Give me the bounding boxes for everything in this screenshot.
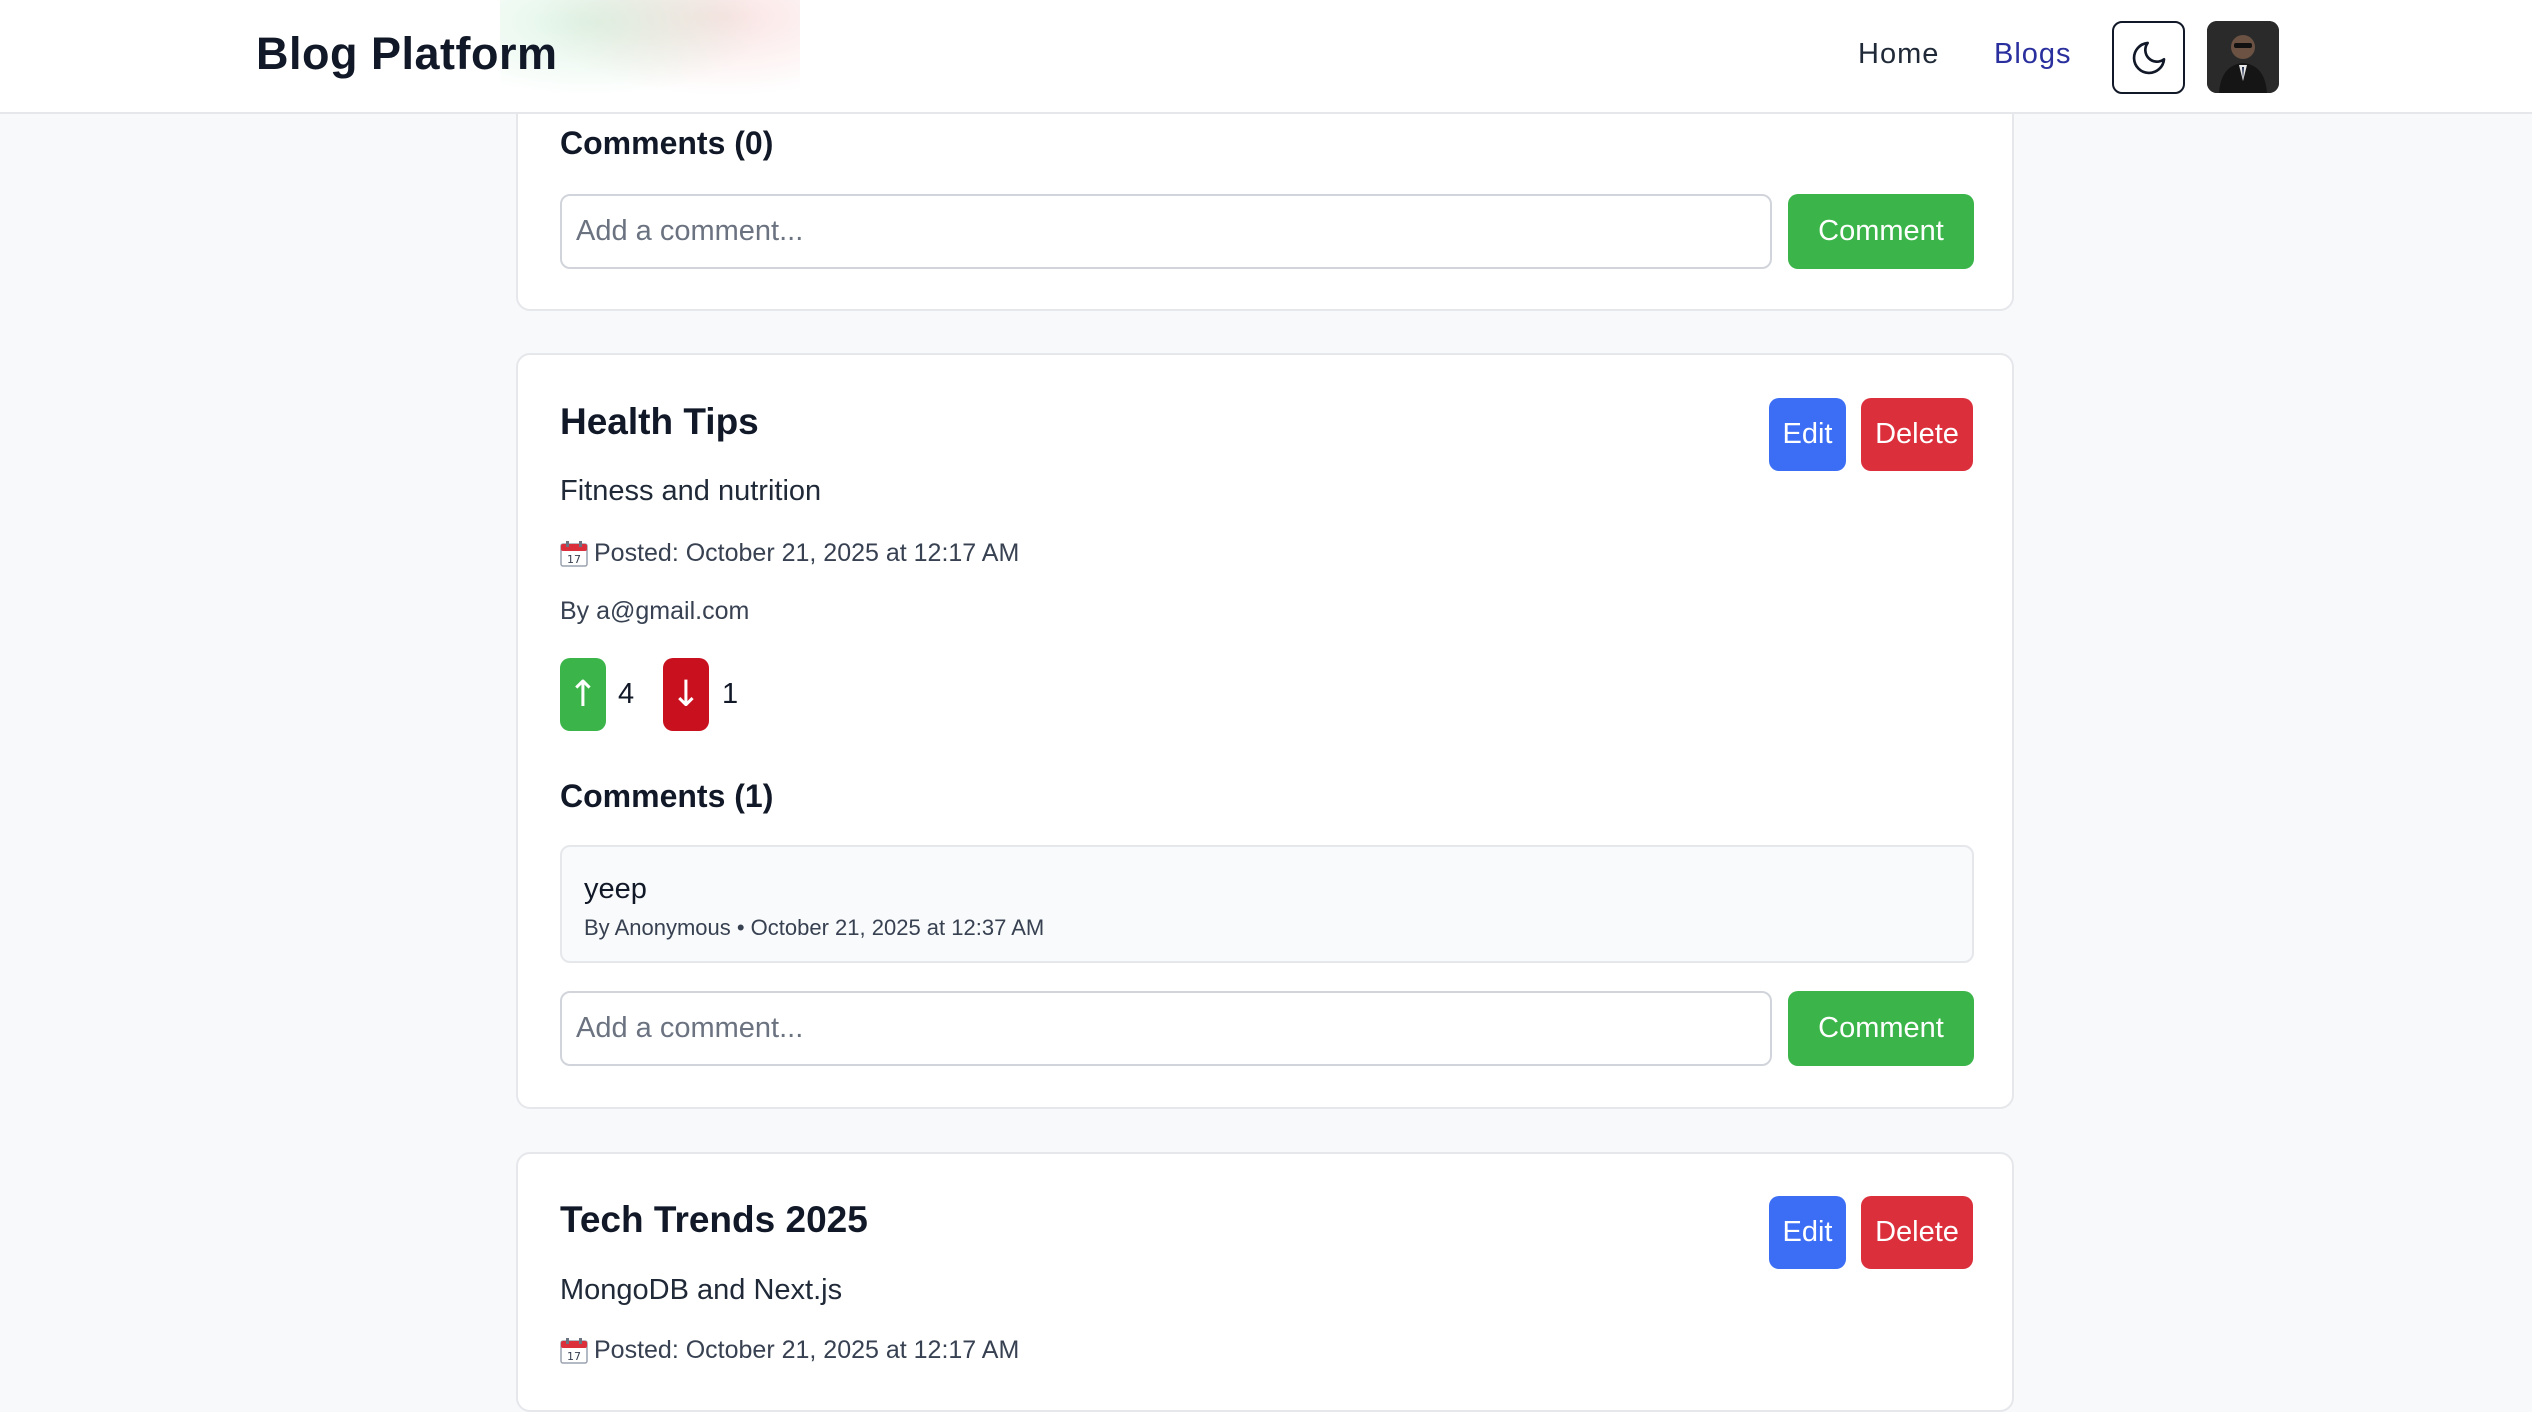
nav-link-blogs[interactable]: Blogs <box>1994 38 2072 71</box>
svg-text:17: 17 <box>567 553 581 566</box>
theme-toggle-button[interactable] <box>2112 21 2185 94</box>
post-description: Fitness and nutrition <box>560 475 822 507</box>
top-navbar: Blog Platform Home Blogs <box>0 0 2532 114</box>
comment-submit-button[interactable]: Comment <box>1788 991 1974 1066</box>
edit-button[interactable]: Edit <box>1769 1196 1846 1269</box>
calendar-icon: 17 <box>560 540 588 567</box>
comment-submit-button[interactable]: Comment <box>1788 194 1974 269</box>
comments-heading: Comments (1) <box>560 778 774 814</box>
comment-input[interactable] <box>560 991 1772 1066</box>
comment-text: yeep <box>584 873 647 905</box>
delete-button[interactable]: Delete <box>1861 398 1973 471</box>
moon-icon <box>2132 41 2165 74</box>
comment-meta: By Anonymous • October 21, 2025 at 12:37… <box>584 915 1045 940</box>
comment-input[interactable] <box>560 194 1772 269</box>
brand-title[interactable]: Blog Platform <box>256 28 558 80</box>
svg-text:17: 17 <box>567 1350 581 1363</box>
downvote-count: 1 <box>722 678 739 710</box>
nav-link-home[interactable]: Home <box>1858 38 1939 71</box>
downvote-button[interactable]: ↓ <box>663 658 709 731</box>
post-date-text: Posted: October 21, 2025 at 12:17 AM <box>594 539 1020 567</box>
post-card: Tech Trends 2025 Edit Delete MongoDB and… <box>516 1152 2014 1412</box>
post-card: Health Tips Edit Delete Fitness and nutr… <box>516 353 2014 1109</box>
post-date: 17 Posted: October 21, 2025 at 12:17 AM <box>560 1336 1019 1365</box>
post-title: Health Tips <box>560 401 759 442</box>
post-title: Tech Trends 2025 <box>560 1199 868 1240</box>
calendar-icon: 17 <box>560 1337 588 1364</box>
avatar-image <box>2207 21 2279 93</box>
comments-heading: Comments (0) <box>560 125 774 161</box>
user-avatar[interactable] <box>2207 21 2279 93</box>
post-description: MongoDB and Next.js <box>560 1274 843 1306</box>
upvote-button[interactable]: ↑ <box>560 658 606 731</box>
upvote-count: 4 <box>618 678 635 710</box>
edit-button[interactable]: Edit <box>1769 398 1846 471</box>
post-date-text: Posted: October 21, 2025 at 12:17 AM <box>594 1336 1020 1364</box>
delete-button[interactable]: Delete <box>1861 1196 1973 1269</box>
comment-item: yeep By Anonymous • October 21, 2025 at … <box>560 845 1974 963</box>
post-author: By a@gmail.com <box>560 597 750 625</box>
post-date: 17 Posted: October 21, 2025 at 12:17 AM <box>560 539 1019 568</box>
